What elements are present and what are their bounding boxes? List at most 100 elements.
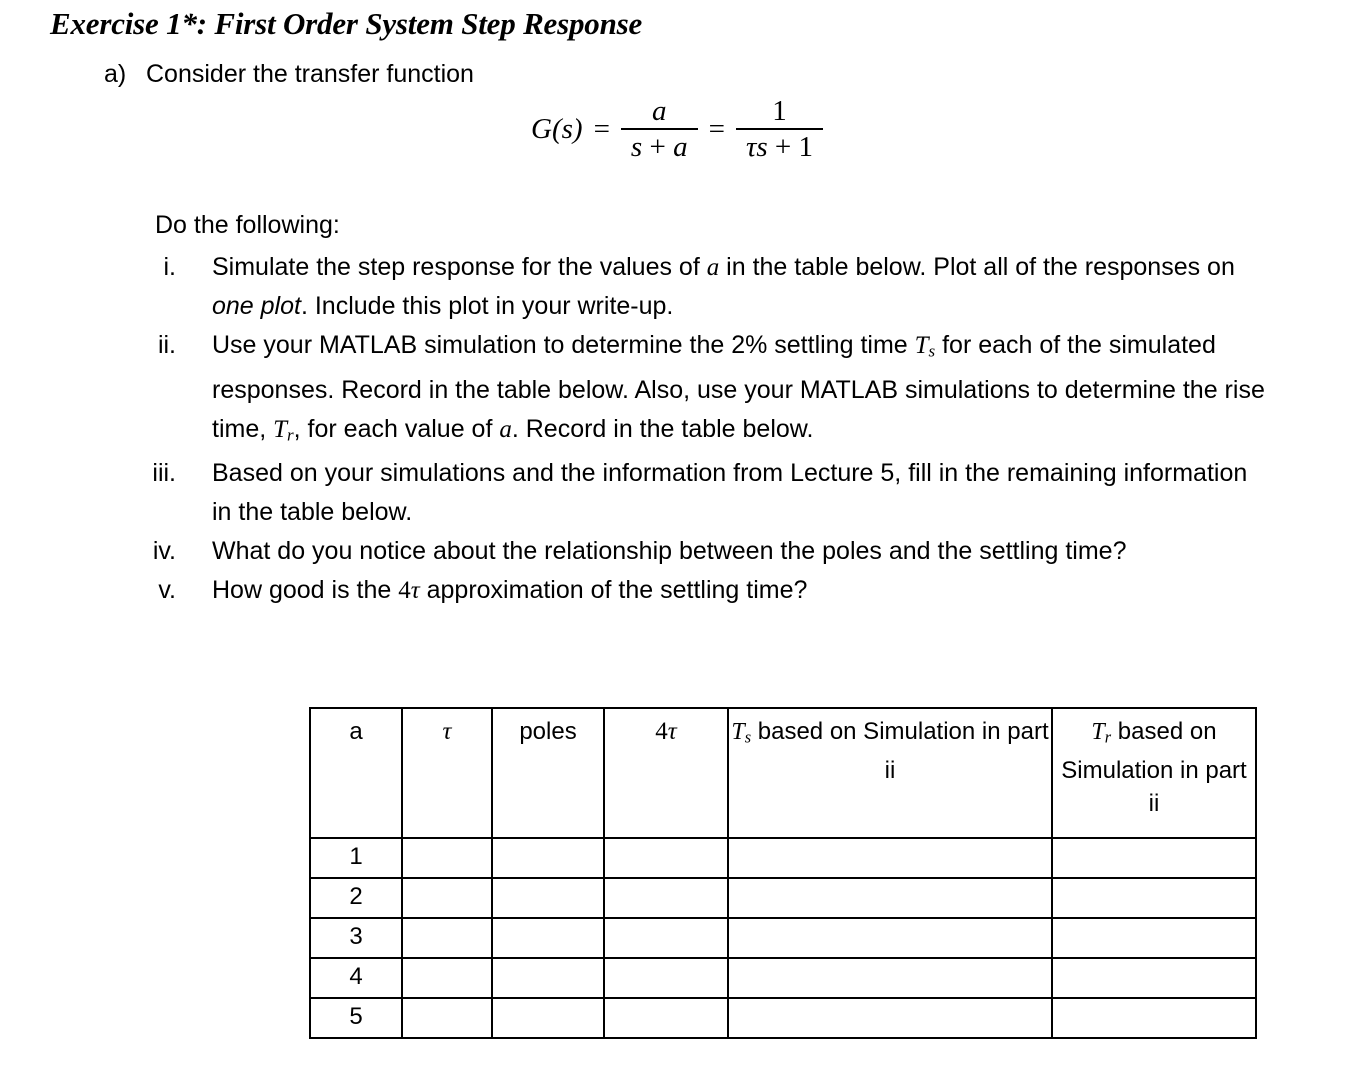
results-table-wrapper: a τ poles 4τ Ts based on Simulation in p… — [309, 707, 1257, 1039]
table-row: 5 — [309, 997, 1257, 1039]
cell-tau[interactable] — [401, 837, 493, 879]
column-header-tau-label: τ — [442, 718, 452, 745]
table-header-row: a τ poles 4τ Ts based on Simulation in p… — [309, 707, 1257, 839]
cell-four-tau[interactable] — [603, 837, 729, 879]
cell-four-tau[interactable] — [603, 997, 729, 1039]
cell-four-tau[interactable] — [603, 957, 729, 999]
list-item-v-num-4: 4 — [398, 577, 411, 605]
column-header-tau: τ — [401, 707, 493, 839]
list-item-iii-text: Based on your simulations and the inform… — [212, 459, 1248, 527]
cell-ts[interactable] — [727, 957, 1053, 999]
column-header-ts-symbol: Ts — [731, 719, 751, 747]
results-table: a τ poles 4τ Ts based on Simulation in p… — [309, 707, 1257, 1039]
list-item-i-seg3: . Include this plot in your write-up. — [300, 292, 674, 320]
list-item-v-tau: τ — [410, 577, 420, 605]
cell-ts[interactable] — [727, 917, 1053, 959]
list-item-ii-seg4: . Record in the table below. — [511, 414, 814, 443]
table-row: 4 — [309, 957, 1257, 999]
cell-poles[interactable] — [491, 957, 605, 999]
cell-four-tau[interactable] — [603, 917, 729, 959]
list-item-v-seg1: How good is the — [212, 576, 399, 605]
document-page: Exercise 1*: First Order System Step Res… — [0, 0, 1354, 1078]
list-item-v: v. How good is the 4τ approximation of t… — [150, 571, 1270, 610]
column-header-tr-symbol: Tr — [1091, 719, 1111, 747]
cell-poles[interactable] — [491, 877, 605, 919]
fraction-1-over-tau-s-plus-1: 1 τs + 1 — [735, 95, 823, 164]
cell-tr[interactable] — [1051, 957, 1257, 999]
column-header-a: a — [309, 707, 403, 839]
list-item-ii-var-ts: Ts — [914, 332, 936, 361]
list-item-i: i. Simulate the step response for the va… — [150, 248, 1270, 326]
list-item-i-seg1: Simulate the step response for the value… — [212, 253, 707, 281]
page-title: Exercise 1*: First Order System Step Res… — [50, 6, 643, 41]
cell-tr[interactable] — [1051, 997, 1257, 1039]
cell-ts[interactable] — [727, 997, 1053, 1039]
cell-tau[interactable] — [401, 877, 493, 919]
fraction-2-den-one: 1 — [798, 131, 813, 164]
cell-a: 5 — [309, 997, 403, 1039]
fraction-2-denominator: τs + 1 — [736, 130, 823, 163]
cell-a: 1 — [309, 837, 403, 879]
do-the-following-label: Do the following: — [155, 211, 340, 239]
cell-four-tau[interactable] — [603, 877, 729, 919]
cell-a: 4 — [309, 957, 403, 999]
column-header-a-label: a — [349, 718, 363, 745]
list-item-iii-numeral: iii. — [152, 459, 176, 488]
list-item-ii-var-tr-base: T — [273, 415, 288, 443]
part-a-marker: a) — [104, 60, 127, 88]
list-item-ii-seg1: Use your MATLAB simulation to determine … — [212, 331, 915, 359]
cell-tau[interactable] — [401, 957, 493, 999]
fraction-1-den-s: s — [630, 131, 643, 164]
list-item-ii-text: Use your MATLAB simulation to determine … — [212, 326, 1270, 454]
part-a-line: a) Consider the transfer function — [104, 60, 474, 89]
list-item-i-emphasis: one plot — [212, 292, 301, 320]
list-item-ii-numeral: ii. — [157, 331, 176, 359]
equation-equals-1: = — [593, 113, 610, 146]
table-row: 2 — [309, 877, 1257, 919]
part-a-text: Consider the transfer function — [146, 60, 474, 88]
fraction-2-numerator: 1 — [772, 95, 787, 127]
cell-poles[interactable] — [491, 837, 605, 879]
fraction-2-den-s: s — [756, 131, 768, 164]
list-item-i-var-a: a — [706, 254, 720, 281]
column-header-tr-rest: based on Simulation in part ii — [1061, 718, 1247, 817]
cell-a: 2 — [309, 877, 403, 919]
fraction-2-den-tau: τ — [745, 131, 757, 164]
list-item-v-seg2: approximation of the settling time? — [419, 576, 808, 605]
list-item-i-seg2: in the table below. Plot all of the resp… — [719, 253, 1235, 281]
fraction-2-den-plus: + — [767, 131, 799, 164]
list-item-ii: ii. Use your MATLAB simulation to determ… — [150, 326, 1270, 454]
list-item-iv-text: What do you notice about the relationshi… — [212, 537, 1127, 566]
column-header-four-tau-num: 4 — [655, 718, 668, 745]
column-header-poles-label: poles — [519, 718, 577, 745]
column-header-ts-base: T — [731, 719, 745, 745]
list-item-i-text: Simulate the step response for the value… — [212, 248, 1270, 326]
column-header-four-tau: 4τ — [603, 707, 729, 839]
instructions-list: i. Simulate the step response for the va… — [150, 248, 1270, 610]
cell-tr[interactable] — [1051, 877, 1257, 919]
equation-equals-2: = — [708, 113, 725, 146]
cell-ts[interactable] — [727, 877, 1053, 919]
cell-ts[interactable] — [727, 837, 1053, 879]
cell-tr[interactable] — [1051, 917, 1257, 959]
cell-poles[interactable] — [491, 917, 605, 959]
cell-tau[interactable] — [401, 997, 493, 1039]
cell-poles[interactable] — [491, 997, 605, 1039]
table-row: 1 — [309, 837, 1257, 879]
list-item-i-numeral: i. — [163, 253, 177, 281]
cell-tau[interactable] — [401, 917, 493, 959]
list-item-v-text: How good is the 4τ approximation of the … — [212, 571, 1270, 610]
list-item-iv-numeral: iv. — [152, 537, 176, 566]
fraction-1-denominator: s + a — [621, 130, 698, 163]
cell-a: 3 — [309, 917, 403, 959]
fraction-1-numerator: a — [652, 95, 667, 127]
fraction-a-over-s-plus-a: a s + a — [620, 95, 698, 164]
cell-tr[interactable] — [1051, 837, 1257, 879]
list-item-ii-seg3: , for each value of — [293, 414, 500, 443]
list-item-ii-var-ts-base: T — [914, 332, 929, 359]
table-row: 3 — [309, 917, 1257, 959]
list-item-iii: iii. Based on your simulations and the i… — [150, 454, 1270, 532]
list-item-ii-var-tr-sub: r — [287, 425, 294, 445]
list-item-ii-var-a: a — [499, 415, 512, 443]
fraction-1-den-plus: + — [642, 131, 674, 164]
